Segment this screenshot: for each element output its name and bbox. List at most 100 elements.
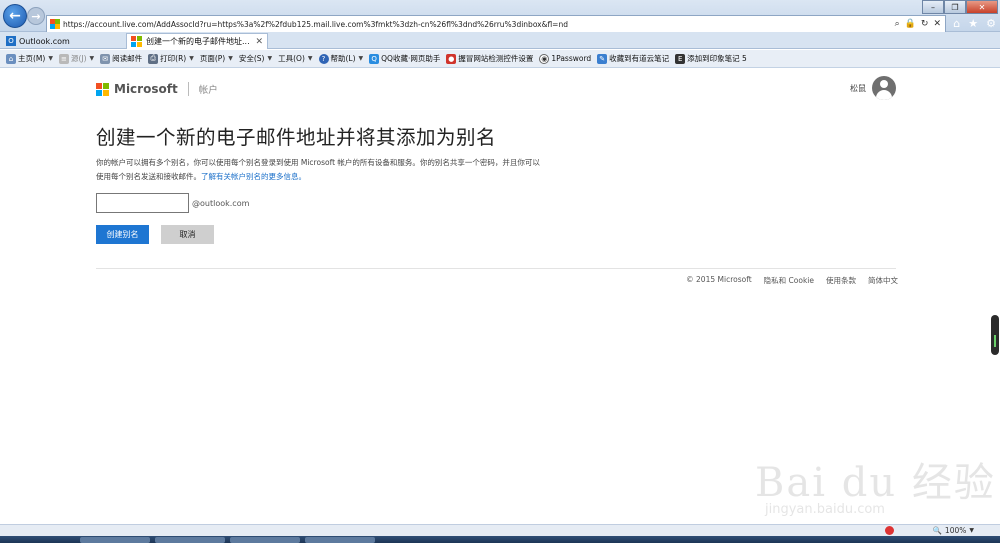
- cmd-label: 页面(P): [199, 54, 226, 63]
- cmd-evernote[interactable]: E 添加到印象笔记 5: [675, 53, 747, 64]
- site-favicon-icon: [50, 19, 60, 29]
- chevron-down-icon[interactable]: ▼: [359, 55, 364, 62]
- user-name[interactable]: 松鼠: [850, 83, 866, 94]
- site-header: Microsoft 帐户 松鼠: [96, 76, 896, 100]
- cmd-page[interactable]: 页面(P) ▼: [200, 53, 233, 64]
- url-text[interactable]: https://account.live.com/AddAssocId?ru=h…: [63, 20, 895, 29]
- forward-arrow-icon: →: [31, 9, 41, 23]
- tab-outlook[interactable]: O Outlook.com: [2, 33, 120, 49]
- chevron-down-icon[interactable]: ▼: [308, 55, 313, 62]
- cmd-label: QQ收藏·网页助手: [381, 54, 441, 63]
- create-alias-button[interactable]: 创建别名: [96, 225, 149, 244]
- os-taskbar: [0, 536, 1000, 543]
- cmd-label: 工具(O): [278, 54, 305, 63]
- zoom-icon: 🔍: [932, 526, 942, 535]
- cmd-home[interactable]: ⌂ 主页(M) ▼: [6, 53, 53, 64]
- chevron-down-icon[interactable]: ▼: [228, 55, 233, 62]
- cmd-help[interactable]: ? 帮助(L) ▼: [318, 53, 364, 64]
- cmd-tools[interactable]: 工具(O) ▼: [278, 53, 312, 64]
- user-menu[interactable]: 松鼠: [850, 76, 896, 100]
- help-icon: ?: [318, 53, 329, 64]
- microsoft-favicon-icon: [131, 36, 142, 47]
- back-button[interactable]: ←: [3, 4, 27, 28]
- cmd-label: 添加到印象笔记 5: [687, 54, 747, 63]
- avatar[interactable]: [872, 76, 896, 100]
- cmd-label: 安全(S): [238, 54, 265, 63]
- mail-icon: ✉: [100, 53, 111, 64]
- home-icon[interactable]: ⌂: [953, 17, 960, 30]
- outlook-icon: O: [6, 36, 16, 46]
- tab-close-icon[interactable]: ✕: [255, 37, 263, 47]
- page-title: 创建一个新的电子邮件地址并将其添加为别名: [96, 126, 497, 149]
- youdao-icon: ✎: [597, 53, 608, 64]
- cmd-label: 打印(R): [160, 54, 187, 63]
- terms-link[interactable]: 使用条款: [826, 275, 856, 286]
- taskbar-item[interactable]: [80, 537, 150, 543]
- cmd-plugin[interactable]: ● 握冒网站检测控件设置: [446, 53, 533, 64]
- cmd-label: 1Password: [551, 54, 592, 63]
- chevron-down-icon[interactable]: ▼: [48, 55, 53, 62]
- feed-icon: ≡: [58, 53, 69, 64]
- chevron-down-icon[interactable]: ▼: [969, 527, 974, 534]
- scroll-handle[interactable]: [991, 315, 999, 355]
- window-close-button[interactable]: ✕: [966, 0, 998, 14]
- chevron-down-icon[interactable]: ▼: [189, 55, 194, 62]
- section-name[interactable]: 帐户: [199, 82, 218, 96]
- cancel-button[interactable]: 取消: [161, 225, 214, 244]
- qq-icon: Q: [369, 53, 380, 64]
- learn-more-link[interactable]: 了解有关帐户别名的更多信息。: [201, 172, 306, 181]
- brand-name[interactable]: Microsoft: [114, 82, 178, 96]
- refresh-icon[interactable]: ↻: [921, 19, 929, 29]
- zoom-control[interactable]: 🔍 100% ▼: [933, 526, 974, 535]
- lock-icon[interactable]: 🔒: [905, 19, 916, 29]
- command-bar: ⌂ 主页(M) ▼ ≡ 源(J) ▼ ✉ 阅读邮件 ⎙ 打印(R) ▼ 页面(P) ▼ 安全(S…: [0, 50, 1000, 68]
- minimize-button[interactable]: –: [922, 0, 944, 14]
- tab-bar: O Outlook.com 创建一个新的电子邮件地址... ✕: [0, 32, 1000, 49]
- status-icon[interactable]: [885, 526, 894, 535]
- cmd-feeds[interactable]: ≡ 源(J) ▼: [58, 53, 95, 64]
- search-icon[interactable]: ⌕: [895, 19, 900, 29]
- cmd-label: 收藏到有道云笔记: [609, 54, 670, 63]
- cmd-label: 帮助(L): [330, 54, 356, 63]
- domain-suffix: @outlook.com: [192, 198, 250, 208]
- microsoft-logo-icon[interactable]: [96, 82, 109, 96]
- print-icon: ⎙: [148, 53, 159, 64]
- copyright: © 2015 Microsoft: [686, 275, 752, 284]
- alias-description: 你的帐户可以拥有多个别名，你可以使用每个别名登录到使用 Microsoft 帐户…: [96, 156, 546, 184]
- favorites-star-icon[interactable]: ★: [968, 17, 978, 30]
- cmd-read-mail[interactable]: ✉ 阅读邮件: [100, 53, 142, 64]
- settings-gear-icon[interactable]: ⚙: [986, 17, 996, 30]
- evernote-icon: E: [675, 53, 686, 64]
- footer-divider: [96, 268, 896, 269]
- cmd-qq[interactable]: Q QQ收藏·网页助手: [369, 53, 440, 64]
- watermark-url: jingyan.baidu.com: [765, 502, 885, 517]
- cmd-1password[interactable]: ◉ 1Password: [539, 53, 592, 64]
- language-link[interactable]: 简体中文: [868, 275, 898, 286]
- description-text: 你的帐户可以拥有多个别名，你可以使用每个别名登录到使用 Microsoft 帐户…: [96, 158, 540, 181]
- cmd-label: 阅读邮件: [112, 54, 143, 63]
- home-icon: ⌂: [6, 53, 16, 64]
- cmd-label: 源(J): [70, 54, 87, 63]
- tab-create-alias[interactable]: 创建一个新的电子邮件地址... ✕: [126, 33, 268, 49]
- watermark-text: Bai du 经验: [755, 460, 996, 506]
- back-arrow-icon: ←: [9, 8, 21, 24]
- forward-button[interactable]: →: [27, 7, 45, 25]
- zoom-level: 100%: [944, 526, 967, 535]
- close-icon[interactable]: ✕: [933, 19, 941, 29]
- restore-button[interactable]: ❐: [944, 0, 966, 14]
- cmd-print[interactable]: ⎙ 打印(R) ▼: [148, 53, 194, 64]
- taskbar-item[interactable]: [230, 537, 300, 543]
- privacy-link[interactable]: 隐私和 Cookie: [764, 275, 814, 286]
- url-field[interactable]: https://account.live.com/AddAssocId?ru=h…: [46, 15, 946, 33]
- taskbar-item[interactable]: [305, 537, 375, 543]
- browser-address-bar: ← → https://account.live.com/AddAssocId?…: [0, 0, 1000, 33]
- status-bar: 🔍 100% ▼: [0, 524, 1000, 536]
- cmd-youdao[interactable]: ✎ 收藏到有道云笔记: [597, 53, 669, 64]
- chevron-down-icon[interactable]: ▼: [90, 55, 95, 62]
- cmd-safety[interactable]: 安全(S) ▼: [239, 53, 272, 64]
- chevron-down-icon[interactable]: ▼: [267, 55, 272, 62]
- alias-input[interactable]: [96, 193, 189, 213]
- alias-form-row: @outlook.com: [96, 193, 249, 213]
- taskbar-item[interactable]: [155, 537, 225, 543]
- baidu-watermark: Bai du 经验 jingyan.baidu.com: [755, 440, 995, 520]
